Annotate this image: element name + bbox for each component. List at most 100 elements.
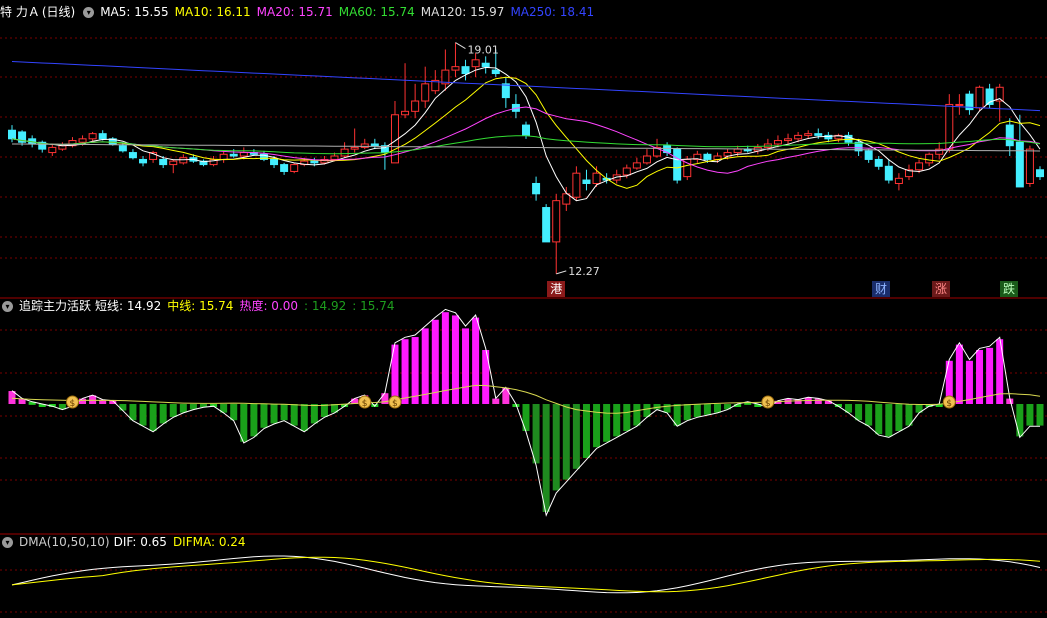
heat-bar <box>623 404 631 431</box>
heat-bar <box>250 404 258 437</box>
candle-body <box>1005 124 1014 147</box>
candle-body <box>330 155 339 160</box>
candle-body <box>118 145 127 152</box>
heat-bar <box>1036 404 1044 426</box>
candle-body <box>58 145 67 150</box>
candle-body <box>703 153 712 160</box>
heat-bar <box>713 404 721 413</box>
dma-legend: DIF: 0.65 DIFMA: 0.24 <box>114 535 252 549</box>
heat-bar <box>149 404 157 431</box>
heat-bar <box>703 404 711 415</box>
heat-bar <box>462 328 470 404</box>
heat-bar <box>240 404 248 442</box>
legend-1: 中线: 15.74 <box>167 299 234 313</box>
legend-3: MA60: 15.74 <box>338 5 415 19</box>
heat-bar <box>159 404 167 424</box>
heat-bar <box>79 398 87 404</box>
candle-body <box>340 148 349 157</box>
candle-body <box>632 162 641 169</box>
indicator-name[interactable]: 追踪主力活跃 <box>19 299 91 313</box>
candle-body <box>915 162 924 171</box>
event-marker[interactable]: 跌 <box>1000 281 1018 297</box>
heat-bar <box>260 404 268 428</box>
heat-bar <box>976 350 984 404</box>
candle-body <box>98 133 107 140</box>
candle-body <box>461 66 470 75</box>
candle-body <box>48 146 57 154</box>
heat-bar <box>552 404 560 491</box>
candle-body <box>955 103 964 106</box>
heat-bar <box>139 404 147 426</box>
heat-bar <box>532 404 540 464</box>
dma-panel-header: ▾ DMA(10,50,10) DIF: 0.65 DIFMA: 0.24 <box>0 532 258 552</box>
candle-body <box>169 160 178 166</box>
heat-bar <box>875 404 883 435</box>
candle-body <box>925 153 934 164</box>
candlestick-chart: 19.01 12.27 <box>8 42 1044 278</box>
legend-2: MA20: 15.71 <box>256 5 333 19</box>
heat-bar <box>885 404 893 437</box>
candle-body <box>88 133 97 140</box>
heat-bar <box>179 404 187 413</box>
event-marker[interactable]: 涨 <box>932 281 950 297</box>
heat-bar <box>270 404 278 424</box>
ma-legend: MA5: 15.55 MA10: 16.11 MA20: 15.71 MA60: 15… <box>100 5 600 19</box>
coin-symbol: $ <box>765 399 771 409</box>
stock-name[interactable]: 特 力Ａ <box>0 5 40 19</box>
candle-body <box>350 146 359 150</box>
candle-body <box>864 150 873 160</box>
heat-bar <box>320 404 328 417</box>
collapse-icon[interactable]: ▾ <box>2 301 13 312</box>
candle-body <box>975 86 984 109</box>
event-marker[interactable]: 港 <box>547 281 566 297</box>
collapse-icon[interactable]: ▾ <box>2 537 13 548</box>
candle-body <box>884 165 893 181</box>
candle-body <box>78 138 87 143</box>
candle-body <box>401 110 410 116</box>
event-marker[interactable]: 财 <box>872 281 890 297</box>
candle-body <box>592 172 601 184</box>
candle-body <box>159 158 168 166</box>
candle-body <box>239 152 248 157</box>
candle-body <box>552 200 561 243</box>
candle-body <box>522 124 530 136</box>
heat-bar <box>492 398 500 404</box>
candle-body <box>794 134 803 140</box>
heat-bar <box>582 404 590 458</box>
candle-body <box>874 158 883 167</box>
candle-body <box>290 164 299 172</box>
grid-lines <box>0 37 1047 613</box>
heat-bar <box>300 404 308 431</box>
heat-bar <box>613 404 621 437</box>
candle-body <box>491 69 500 75</box>
heat-bar <box>855 404 863 421</box>
heat-bar <box>401 339 409 404</box>
heat-bar <box>119 404 127 411</box>
candle-body <box>481 62 490 68</box>
candle-body <box>582 179 591 184</box>
collapse-icon[interactable]: ▾ <box>83 7 95 18</box>
heat-bar <box>451 315 459 404</box>
candle-body <box>280 164 289 172</box>
heat-bar <box>693 404 701 417</box>
period-label[interactable]: (日线) <box>42 5 75 19</box>
coin-symbol: $ <box>946 399 952 409</box>
heat-bar <box>683 404 691 421</box>
candle-body <box>1015 141 1024 188</box>
heat-bar <box>572 404 580 469</box>
candle-body <box>501 83 510 99</box>
dma-chart <box>11 555 1041 594</box>
heat-bar <box>310 404 318 424</box>
candle-body <box>532 182 541 195</box>
heat-bar <box>421 328 429 404</box>
heat-bar <box>169 404 177 417</box>
heat-bar <box>663 404 671 413</box>
legend-5: MA250: 18.41 <box>510 5 595 19</box>
heat-bar <box>1026 404 1034 426</box>
heat-bar <box>472 317 480 404</box>
dma-name[interactable]: DMA(10,50,10) <box>19 535 110 549</box>
heat-bar <box>562 404 570 480</box>
heat-bar <box>431 319 439 404</box>
candle-body <box>804 133 813 136</box>
candle-body <box>219 153 228 160</box>
